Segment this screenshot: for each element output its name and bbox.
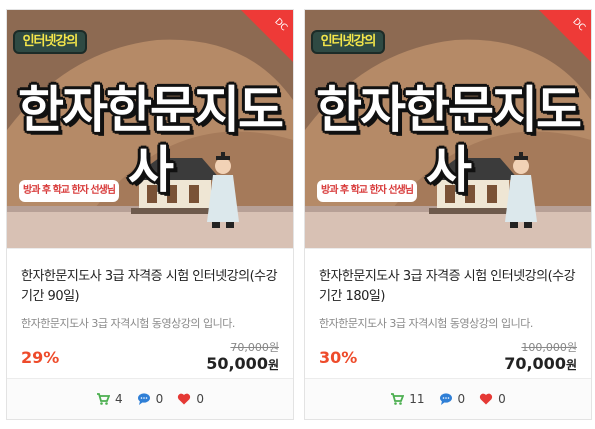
cart-icon	[97, 393, 111, 405]
stats-bar: 4 0 0	[7, 392, 293, 406]
original-price: 70,000원	[230, 341, 279, 354]
product-card[interactable]: 인터넷강의 한자한문지도사 방과 후 학교 한자 선생님 DC 한자한문지도사 …	[6, 9, 294, 420]
cart-count: 11	[409, 392, 425, 406]
product-title[interactable]: 한자한문지도사 3급 자격증 시험 인터넷강의(수강기간 180일)	[319, 267, 577, 307]
product-title[interactable]: 한자한문지도사 3급 자격증 시험 인터넷강의(수강기간 90일)	[21, 267, 279, 307]
like-stat[interactable]: 0	[479, 392, 506, 406]
price-unit: 원	[267, 358, 279, 372]
product-thumbnail[interactable]: 인터넷강의 한자한문지도사 방과 후 학교 한자 선생님 DC	[7, 10, 293, 248]
heart-icon	[178, 393, 191, 405]
comment-count: 0	[155, 392, 164, 406]
product-info: 한자한문지도사 3급 자격증 시험 인터넷강의(수강기간 90일) 한자한문지도…	[7, 248, 293, 378]
cart-stat[interactable]: 4	[96, 392, 123, 406]
discount-ribbon	[539, 10, 591, 62]
category-tag: 인터넷강의	[13, 30, 87, 54]
heart-icon	[480, 393, 493, 405]
thumbnail-subtitle: 방과 후 학교 한자 선생님	[317, 180, 417, 202]
price-unit: 원	[565, 358, 577, 372]
speech-bubble-icon	[137, 393, 150, 405]
like-count: 0	[196, 392, 204, 406]
category-tag: 인터넷강의	[311, 30, 385, 54]
like-stat[interactable]: 0	[177, 392, 204, 406]
product-description: 한자한문지도사 3급 자격시험 동영상강의 입니다.	[319, 317, 533, 330]
discount-percent: 29%	[21, 348, 60, 367]
discount-ribbon	[241, 10, 293, 62]
product-thumbnail[interactable]: 인터넷강의 한자한문지도사 방과 후 학교 한자 선생님 DC	[305, 10, 591, 248]
comment-stat[interactable]: 0	[439, 392, 466, 406]
cart-icon	[391, 393, 405, 405]
comment-stat[interactable]: 0	[137, 392, 164, 406]
thumbnail-subtitle: 방과 후 학교 한자 선생님	[19, 180, 119, 202]
card-footer: 4 0 0	[7, 378, 293, 419]
cart-stat[interactable]: 11	[390, 392, 425, 406]
product-description: 한자한문지도사 3급 자격시험 동영상강의 입니다.	[21, 317, 235, 330]
like-count: 0	[498, 392, 506, 406]
comment-count: 0	[457, 392, 466, 406]
card-footer: 11 0 0	[305, 378, 591, 419]
speech-bubble-icon	[439, 393, 452, 405]
sale-price-value: 50,000	[206, 354, 268, 373]
original-price: 100,000원	[521, 341, 577, 354]
stats-bar: 11 0 0	[305, 392, 591, 406]
sale-price-value: 70,000	[504, 354, 566, 373]
product-card[interactable]: 인터넷강의 한자한문지도사 방과 후 학교 한자 선생님 DC 한자한문지도사 …	[304, 9, 592, 420]
discount-percent: 30%	[319, 348, 358, 367]
sale-price: 70,000원	[504, 354, 577, 373]
product-info: 한자한문지도사 3급 자격증 시험 인터넷강의(수강기간 180일) 한자한문지…	[305, 248, 591, 378]
cart-count: 4	[115, 392, 123, 406]
sale-price: 50,000원	[206, 354, 279, 373]
